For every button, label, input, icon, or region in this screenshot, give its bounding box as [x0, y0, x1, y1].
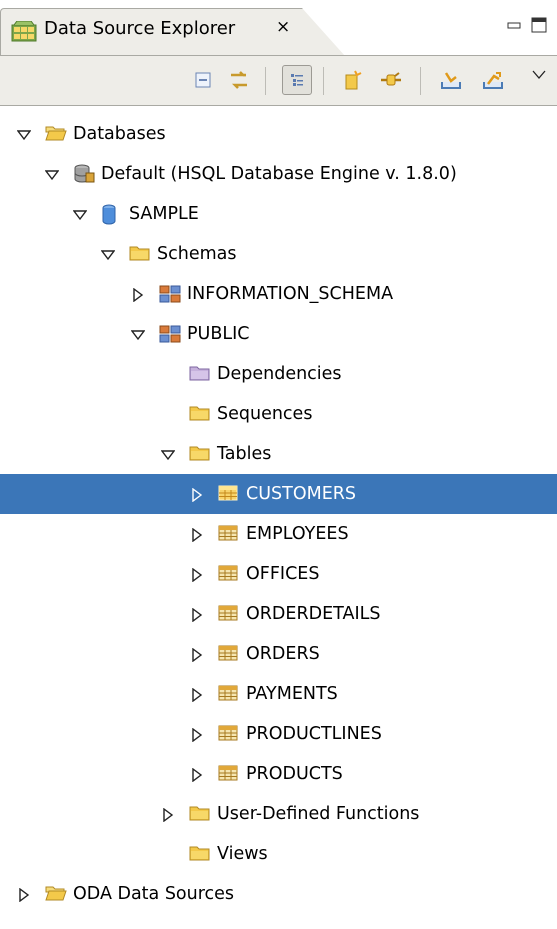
tree-item-table[interactable]: OFFICES [0, 554, 557, 594]
tree-item-oda-data-sources[interactable]: ODA Data Sources [0, 874, 557, 914]
tree-item-table[interactable]: EMPLOYEES [0, 514, 557, 554]
minimize-icon[interactable] [507, 17, 523, 37]
toolbar-separator [265, 67, 266, 95]
tree-item-label: PRODUCTS [246, 764, 343, 784]
folder-open-icon [45, 124, 67, 147]
tree-item-sample[interactable]: SAMPLE [0, 194, 557, 234]
tree-item-label: PAYMENTS [246, 684, 338, 704]
collapse-toggle-icon[interactable] [190, 607, 204, 623]
table-icon [218, 684, 238, 707]
folder-icon [189, 804, 211, 827]
toolbar-separator [420, 67, 421, 95]
expand-toggle-icon[interactable] [16, 127, 32, 141]
expand-toggle-icon[interactable] [72, 207, 88, 221]
tree-item-public[interactable]: PUBLIC [0, 314, 557, 354]
table-icon [218, 724, 238, 747]
collapse-toggle-icon[interactable] [131, 287, 145, 303]
schema-icon [159, 284, 181, 309]
tree-item-label: Sequences [217, 404, 313, 424]
schema-icon [159, 324, 181, 349]
table-icon [218, 564, 238, 587]
table-icon [218, 484, 238, 507]
view-menu-icon[interactable] [524, 60, 554, 90]
collapse-toggle-icon[interactable] [17, 887, 31, 903]
link-with-editor-icon[interactable] [224, 65, 254, 95]
export-icon[interactable] [478, 65, 508, 95]
table-icon [218, 524, 238, 547]
collapse-toggle-icon[interactable] [190, 727, 204, 743]
tree-item-label: Default (HSQL Database Engine v. 1.8.0) [101, 164, 457, 184]
tree-item-views[interactable]: Views [0, 834, 557, 874]
view-toolbar [0, 56, 557, 106]
tree-item-label: INFORMATION_SCHEMA [187, 284, 394, 304]
tree-item-label: User-Defined Functions [217, 804, 420, 824]
tree-item-label: ODA Data Sources [73, 884, 235, 904]
tree-item-databases[interactable]: Databases [0, 114, 557, 154]
data-source-explorer-icon [11, 20, 37, 48]
tree-item-label: OFFICES [246, 564, 320, 584]
tree-item-label: Dependencies [217, 364, 342, 384]
collapse-toggle-icon[interactable] [190, 647, 204, 663]
connect-icon[interactable] [376, 65, 406, 95]
tree-item-dependencies[interactable]: Dependencies [0, 354, 557, 394]
tree-item-label: Tables [217, 444, 272, 464]
maximize-icon[interactable] [531, 17, 549, 40]
tree-item-label: EMPLOYEES [246, 524, 349, 544]
view-title: Data Source Explorer [44, 18, 236, 39]
expand-toggle-icon[interactable] [130, 327, 146, 341]
tree-item-table[interactable]: PRODUCTLINES [0, 714, 557, 754]
tree-item-label: CUSTOMERS [246, 484, 357, 504]
expand-toggle-icon[interactable] [160, 447, 176, 461]
tree-item-label: PUBLIC [187, 324, 250, 344]
tree-item-label: Schemas [157, 244, 237, 264]
collapse-toggle-icon[interactable] [190, 567, 204, 583]
folder-icon [189, 404, 211, 427]
collapse-toggle-icon[interactable] [190, 527, 204, 543]
expand-toggle-icon[interactable] [100, 247, 116, 261]
tree-item-table[interactable]: PRODUCTS [0, 754, 557, 794]
collapse-toggle-icon[interactable] [190, 687, 204, 703]
tree-item-user-defined-functions[interactable]: User-Defined Functions [0, 794, 557, 834]
flat-layout-icon[interactable] [282, 65, 312, 95]
tree-item-table[interactable]: ORDERDETAILS [0, 594, 557, 634]
tree-item-label: SAMPLE [129, 204, 199, 224]
tree-item-tables[interactable]: Tables [0, 434, 557, 474]
folder-open-icon [45, 884, 67, 907]
folder-icon [129, 244, 151, 267]
data-source-explorer-view: Data Source Explorer ⨯ Databases Default… [0, 0, 557, 929]
folder-icon [189, 844, 211, 867]
table-icon [218, 644, 238, 667]
tree-item-label: ORDERDETAILS [246, 604, 381, 624]
table-icon [218, 764, 238, 787]
new-connection-icon[interactable] [338, 65, 368, 95]
collapse-all-icon[interactable] [188, 65, 218, 95]
toolbar-separator [323, 67, 324, 95]
table-icon [218, 604, 238, 627]
collapse-toggle-icon[interactable] [190, 767, 204, 783]
collapse-toggle-icon[interactable] [161, 807, 175, 823]
folder-icon [189, 364, 211, 387]
collapse-toggle-icon[interactable] [190, 487, 204, 503]
explorer-tree: Databases Default (HSQL Database Engine v… [0, 106, 557, 929]
tree-item-sequences[interactable]: Sequences [0, 394, 557, 434]
tree-item-schemas[interactable]: Schemas [0, 234, 557, 274]
tree-item-information-schema[interactable]: INFORMATION_SCHEMA [0, 274, 557, 314]
database-connection-icon [73, 164, 95, 189]
tree-item-label: Views [217, 844, 268, 864]
view-tab-bar: Data Source Explorer ⨯ [0, 0, 557, 56]
catalog-icon [101, 204, 117, 231]
folder-icon [189, 444, 211, 467]
tree-item-table[interactable]: PAYMENTS [0, 674, 557, 714]
tree-item-table[interactable]: ORDERS [0, 634, 557, 674]
tree-item-label: Databases [73, 124, 166, 144]
tree-item-table[interactable]: CUSTOMERS [0, 474, 557, 514]
tree-item-default-connection[interactable]: Default (HSQL Database Engine v. 1.8.0) [0, 154, 557, 194]
tree-item-label: ORDERS [246, 644, 320, 664]
expand-toggle-icon[interactable] [44, 167, 60, 181]
close-icon[interactable]: ⨯ [276, 15, 290, 39]
tree-item-label: PRODUCTLINES [246, 724, 382, 744]
import-icon[interactable] [436, 65, 466, 95]
